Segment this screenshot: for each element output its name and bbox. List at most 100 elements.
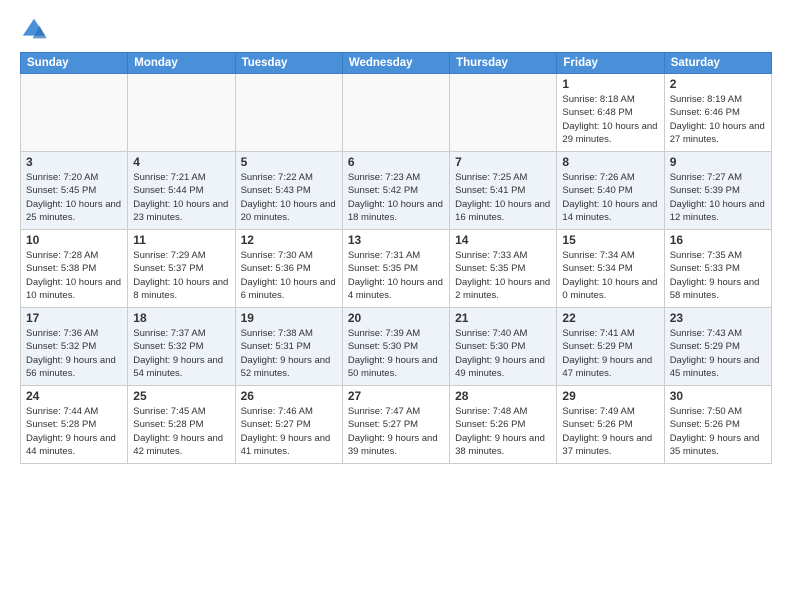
calendar-cell: 23 Sunrise: 7:43 AM Sunset: 5:29 PM Dayli…	[664, 308, 771, 386]
day-number: 7	[455, 155, 551, 169]
day-number: 4	[133, 155, 229, 169]
day-number: 2	[670, 77, 766, 91]
calendar-cell	[450, 74, 557, 152]
day-number: 1	[562, 77, 658, 91]
day-number: 16	[670, 233, 766, 247]
calendar-cell: 11 Sunrise: 7:29 AM Sunset: 5:37 PM Dayli…	[128, 230, 235, 308]
day-number: 18	[133, 311, 229, 325]
day-info: Sunrise: 7:31 AM Sunset: 5:35 PM Dayligh…	[348, 249, 444, 302]
calendar-cell: 4Sunrise: 7:21 AM Sunset: 5:44 PM Daylig…	[128, 152, 235, 230]
calendar-cell: 20 Sunrise: 7:39 AM Sunset: 5:30 PM Dayli…	[342, 308, 449, 386]
calendar-cell: 7 Sunrise: 7:25 AM Sunset: 5:41 PM Daylig…	[450, 152, 557, 230]
day-info: Sunrise: 7:35 AM Sunset: 5:33 PM Dayligh…	[670, 249, 766, 302]
day-number: 14	[455, 233, 551, 247]
day-info: Sunrise: 7:45 AM Sunset: 5:28 PM Dayligh…	[133, 405, 229, 458]
calendar-cell: 27Sunrise: 7:47 AM Sunset: 5:27 PM Dayli…	[342, 386, 449, 464]
day-info: Sunrise: 7:46 AM Sunset: 5:27 PM Dayligh…	[241, 405, 337, 458]
day-number: 27	[348, 389, 444, 403]
week-row-0: 1 Sunrise: 8:18 AM Sunset: 6:48 PM Daylig…	[21, 74, 772, 152]
calendar-cell: 8 Sunrise: 7:26 AM Sunset: 5:40 PM Daylig…	[557, 152, 664, 230]
weekday-header-wednesday: Wednesday	[342, 53, 449, 74]
day-number: 15	[562, 233, 658, 247]
day-info: Sunrise: 7:28 AM Sunset: 5:38 PM Dayligh…	[26, 249, 122, 302]
day-number: 21	[455, 311, 551, 325]
calendar-cell: 9 Sunrise: 7:27 AM Sunset: 5:39 PM Daylig…	[664, 152, 771, 230]
day-info: Sunrise: 7:27 AM Sunset: 5:39 PM Dayligh…	[670, 171, 766, 224]
weekday-header-thursday: Thursday	[450, 53, 557, 74]
day-info: Sunrise: 7:40 AM Sunset: 5:30 PM Dayligh…	[455, 327, 551, 380]
day-number: 22	[562, 311, 658, 325]
day-info: Sunrise: 7:20 AM Sunset: 5:45 PM Dayligh…	[26, 171, 122, 224]
day-info: Sunrise: 7:44 AM Sunset: 5:28 PM Dayligh…	[26, 405, 122, 458]
day-number: 3	[26, 155, 122, 169]
weekday-header-saturday: Saturday	[664, 53, 771, 74]
day-info: Sunrise: 7:25 AM Sunset: 5:41 PM Dayligh…	[455, 171, 551, 224]
calendar-cell: 19Sunrise: 7:38 AM Sunset: 5:31 PM Dayli…	[235, 308, 342, 386]
day-info: Sunrise: 7:29 AM Sunset: 5:37 PM Dayligh…	[133, 249, 229, 302]
day-info: Sunrise: 7:23 AM Sunset: 5:42 PM Dayligh…	[348, 171, 444, 224]
calendar-cell: 17Sunrise: 7:36 AM Sunset: 5:32 PM Dayli…	[21, 308, 128, 386]
calendar: SundayMondayTuesdayWednesdayThursdayFrid…	[20, 52, 772, 464]
calendar-cell: 5Sunrise: 7:22 AM Sunset: 5:43 PM Daylig…	[235, 152, 342, 230]
day-info: Sunrise: 7:49 AM Sunset: 5:26 PM Dayligh…	[562, 405, 658, 458]
day-info: Sunrise: 7:33 AM Sunset: 5:35 PM Dayligh…	[455, 249, 551, 302]
calendar-cell: 16 Sunrise: 7:35 AM Sunset: 5:33 PM Dayli…	[664, 230, 771, 308]
day-number: 13	[348, 233, 444, 247]
day-number: 10	[26, 233, 122, 247]
header	[20, 16, 772, 44]
weekday-header-monday: Monday	[128, 53, 235, 74]
calendar-cell: 28 Sunrise: 7:48 AM Sunset: 5:26 PM Dayli…	[450, 386, 557, 464]
day-number: 5	[241, 155, 337, 169]
calendar-cell: 15 Sunrise: 7:34 AM Sunset: 5:34 PM Dayli…	[557, 230, 664, 308]
day-number: 29	[562, 389, 658, 403]
day-number: 30	[670, 389, 766, 403]
day-info: Sunrise: 7:48 AM Sunset: 5:26 PM Dayligh…	[455, 405, 551, 458]
calendar-cell: 6 Sunrise: 7:23 AM Sunset: 5:42 PM Daylig…	[342, 152, 449, 230]
calendar-cell: 22 Sunrise: 7:41 AM Sunset: 5:29 PM Dayli…	[557, 308, 664, 386]
weekday-header-friday: Friday	[557, 53, 664, 74]
calendar-cell: 2 Sunrise: 8:19 AM Sunset: 6:46 PM Daylig…	[664, 74, 771, 152]
day-number: 8	[562, 155, 658, 169]
calendar-cell: 30 Sunrise: 7:50 AM Sunset: 5:26 PM Dayli…	[664, 386, 771, 464]
day-info: Sunrise: 7:41 AM Sunset: 5:29 PM Dayligh…	[562, 327, 658, 380]
day-number: 19	[241, 311, 337, 325]
day-info: Sunrise: 8:19 AM Sunset: 6:46 PM Dayligh…	[670, 93, 766, 146]
calendar-cell: 24 Sunrise: 7:44 AM Sunset: 5:28 PM Dayli…	[21, 386, 128, 464]
calendar-cell: 12Sunrise: 7:30 AM Sunset: 5:36 PM Dayli…	[235, 230, 342, 308]
day-number: 25	[133, 389, 229, 403]
day-info: Sunrise: 7:50 AM Sunset: 5:26 PM Dayligh…	[670, 405, 766, 458]
logo	[20, 16, 52, 44]
calendar-cell: 14 Sunrise: 7:33 AM Sunset: 5:35 PM Dayli…	[450, 230, 557, 308]
calendar-cell: 25 Sunrise: 7:45 AM Sunset: 5:28 PM Dayli…	[128, 386, 235, 464]
calendar-cell	[128, 74, 235, 152]
day-info: Sunrise: 7:34 AM Sunset: 5:34 PM Dayligh…	[562, 249, 658, 302]
day-number: 11	[133, 233, 229, 247]
calendar-cell: 29 Sunrise: 7:49 AM Sunset: 5:26 PM Dayli…	[557, 386, 664, 464]
calendar-cell: 10 Sunrise: 7:28 AM Sunset: 5:38 PM Dayli…	[21, 230, 128, 308]
day-number: 23	[670, 311, 766, 325]
weekday-header-tuesday: Tuesday	[235, 53, 342, 74]
day-info: Sunrise: 8:18 AM Sunset: 6:48 PM Dayligh…	[562, 93, 658, 146]
day-number: 17	[26, 311, 122, 325]
day-info: Sunrise: 7:37 AM Sunset: 5:32 PM Dayligh…	[133, 327, 229, 380]
calendar-cell: 18 Sunrise: 7:37 AM Sunset: 5:32 PM Dayli…	[128, 308, 235, 386]
day-info: Sunrise: 7:39 AM Sunset: 5:30 PM Dayligh…	[348, 327, 444, 380]
day-number: 24	[26, 389, 122, 403]
week-row-1: 3 Sunrise: 7:20 AM Sunset: 5:45 PM Daylig…	[21, 152, 772, 230]
day-info: Sunrise: 7:43 AM Sunset: 5:29 PM Dayligh…	[670, 327, 766, 380]
day-info: Sunrise: 7:26 AM Sunset: 5:40 PM Dayligh…	[562, 171, 658, 224]
day-number: 9	[670, 155, 766, 169]
calendar-cell: 26 Sunrise: 7:46 AM Sunset: 5:27 PM Dayli…	[235, 386, 342, 464]
weekday-header-row: SundayMondayTuesdayWednesdayThursdayFrid…	[21, 53, 772, 74]
calendar-cell: 1 Sunrise: 8:18 AM Sunset: 6:48 PM Daylig…	[557, 74, 664, 152]
day-number: 20	[348, 311, 444, 325]
week-row-3: 17Sunrise: 7:36 AM Sunset: 5:32 PM Dayli…	[21, 308, 772, 386]
day-number: 6	[348, 155, 444, 169]
day-number: 28	[455, 389, 551, 403]
day-number: 26	[241, 389, 337, 403]
calendar-cell: 13 Sunrise: 7:31 AM Sunset: 5:35 PM Dayli…	[342, 230, 449, 308]
calendar-cell: 3 Sunrise: 7:20 AM Sunset: 5:45 PM Daylig…	[21, 152, 128, 230]
page: SundayMondayTuesdayWednesdayThursdayFrid…	[0, 0, 792, 612]
week-row-2: 10 Sunrise: 7:28 AM Sunset: 5:38 PM Dayli…	[21, 230, 772, 308]
week-row-4: 24 Sunrise: 7:44 AM Sunset: 5:28 PM Dayli…	[21, 386, 772, 464]
